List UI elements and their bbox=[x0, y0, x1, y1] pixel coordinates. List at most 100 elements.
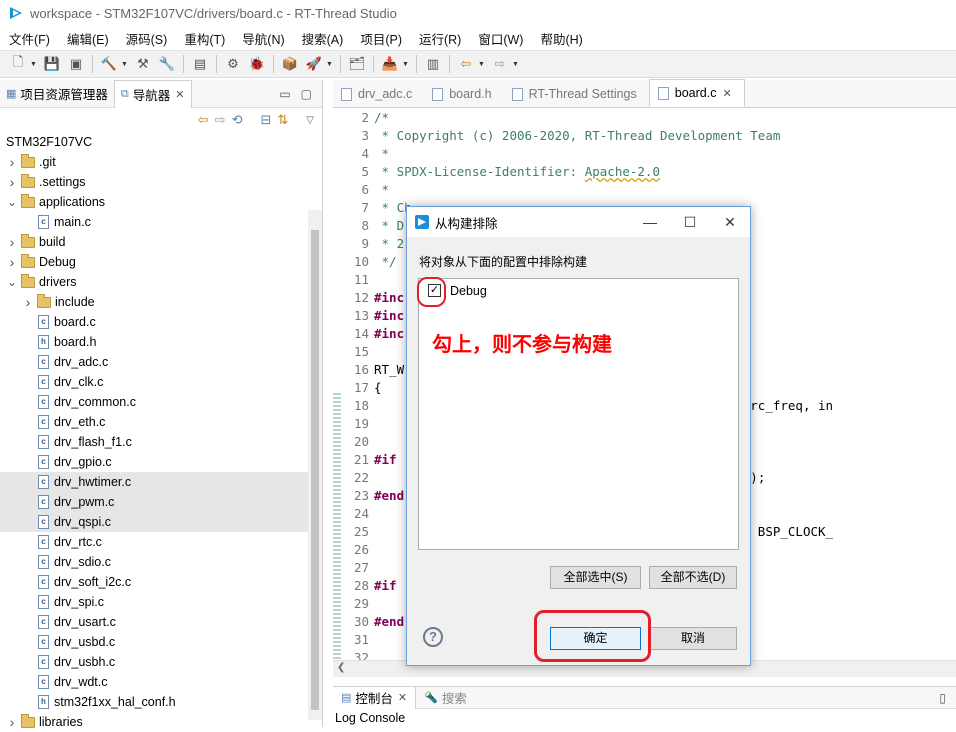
chevron-down-icon[interactable]: ⌄ bbox=[6, 195, 18, 209]
editor-tab[interactable]: RT-Thread Settings bbox=[504, 81, 649, 107]
vertical-scrollbar[interactable] bbox=[308, 210, 322, 720]
maximize-icon[interactable]: ▢ bbox=[301, 87, 312, 101]
tree-folder[interactable]: › include bbox=[0, 292, 322, 312]
tab-search[interactable]: 🔦 搜索 bbox=[416, 687, 475, 709]
chevron-right-icon[interactable]: › bbox=[6, 174, 18, 190]
editor-tab[interactable]: board.c ✕ bbox=[648, 79, 745, 107]
console-options-icon[interactable]: ▯ bbox=[939, 691, 946, 705]
tab-navigator[interactable]: ⧉ 导航器 ✕ bbox=[113, 80, 192, 108]
minimize-icon[interactable]: — bbox=[630, 214, 670, 231]
tree-file[interactable]: c drv_soft_i2c.c bbox=[0, 572, 322, 592]
menu-item[interactable]: 帮助(H) bbox=[531, 29, 590, 48]
tree-file[interactable]: h board.h bbox=[0, 332, 322, 352]
chevron-right-icon[interactable]: › bbox=[6, 234, 18, 250]
tree-file[interactable]: c drv_flash_f1.c bbox=[0, 432, 322, 452]
tree-file[interactable]: c drv_qspi.c bbox=[0, 512, 322, 532]
menu-item[interactable]: 源码(S) bbox=[117, 29, 176, 48]
menu-item[interactable]: 项目(P) bbox=[351, 29, 410, 48]
save-icon[interactable]: 💾 bbox=[43, 55, 61, 73]
maximize-icon[interactable]: ☐ bbox=[670, 214, 710, 231]
menu-item[interactable]: 搜索(A) bbox=[293, 29, 352, 48]
terminal-icon[interactable]: ▤ bbox=[191, 55, 209, 73]
back-dropdown-icon[interactable]: ▼ bbox=[478, 55, 485, 73]
forward-arrow-icon[interactable]: ⇨ bbox=[491, 55, 509, 73]
sdk-manager-icon[interactable]: 📦 bbox=[281, 55, 299, 73]
build-hammer-icon[interactable]: 🔨 bbox=[100, 55, 118, 73]
close-icon[interactable]: ✕ bbox=[722, 87, 731, 100]
back-arrow-icon[interactable]: ⇦ bbox=[457, 55, 475, 73]
link-icon[interactable]: ⟲ bbox=[232, 112, 243, 128]
menu-item[interactable]: 文件(F) bbox=[0, 29, 58, 48]
tree-file[interactable]: c drv_common.c bbox=[0, 392, 322, 412]
tree-folder[interactable]: › .git bbox=[0, 152, 322, 172]
forward-arrow-icon[interactable]: ⇨ bbox=[215, 112, 226, 128]
tree-file[interactable]: c drv_rtc.c bbox=[0, 532, 322, 552]
menu-item[interactable]: 重构(T) bbox=[175, 29, 233, 48]
download-rocket-icon[interactable]: 🚀 bbox=[305, 55, 323, 73]
menu-item[interactable]: 运行(R) bbox=[410, 29, 469, 48]
save-all-icon[interactable]: ▣ bbox=[67, 55, 85, 73]
tree-file[interactable]: c drv_eth.c bbox=[0, 412, 322, 432]
tree-file[interactable]: c drv_pwm.c bbox=[0, 492, 322, 512]
tab-console[interactable]: ▤ 控制台 ✕ bbox=[333, 686, 417, 709]
rebuild-icon[interactable]: ⚒ bbox=[134, 55, 152, 73]
deselect-all-button[interactable]: 全部不选(D) bbox=[649, 566, 737, 589]
tree-file[interactable]: c drv_gpio.c bbox=[0, 452, 322, 472]
minimize-icon[interactable]: ▭ bbox=[279, 87, 290, 101]
scroll-left-icon[interactable]: ❮ bbox=[337, 662, 345, 673]
menu-item[interactable]: 窗口(W) bbox=[469, 29, 531, 48]
chevron-right-icon[interactable]: › bbox=[22, 294, 34, 310]
tree-file[interactable]: c drv_hwtimer.c bbox=[0, 472, 322, 492]
new-icon[interactable]: 🗋 bbox=[9, 54, 27, 73]
project-root[interactable]: STM32F107VC bbox=[0, 132, 322, 152]
flash-download-icon[interactable]: 📥 bbox=[381, 55, 399, 73]
help-icon[interactable]: ? bbox=[423, 627, 443, 647]
editor-tab[interactable]: board.h bbox=[424, 81, 503, 107]
tree-file[interactable]: c main.c bbox=[0, 212, 322, 232]
tree-file[interactable]: h stm32f1xx_hal_conf.h bbox=[0, 692, 322, 712]
build-dropdown-icon[interactable]: ▼ bbox=[121, 55, 128, 73]
editor-tab[interactable]: drv_adc.c bbox=[333, 81, 424, 107]
forward-dropdown-icon[interactable]: ▼ bbox=[512, 55, 519, 73]
menu-item[interactable]: 导航(N) bbox=[233, 29, 292, 48]
menu-item[interactable]: 编辑(E) bbox=[58, 29, 117, 48]
close-icon[interactable]: ✕ bbox=[398, 691, 407, 704]
close-icon[interactable]: ✕ bbox=[710, 214, 750, 231]
debug-bug-icon[interactable]: 🐞 bbox=[248, 55, 266, 73]
tab-project-explorer[interactable]: ▦ 项目资源管理器 bbox=[0, 80, 114, 107]
back-arrow-icon[interactable]: ⇦ bbox=[198, 112, 209, 128]
chevron-right-icon[interactable]: › bbox=[6, 714, 18, 730]
collapse-all-icon[interactable]: ⊟ bbox=[260, 112, 271, 128]
tree-file[interactable]: c drv_sdio.c bbox=[0, 552, 322, 572]
view-menu-icon[interactable]: ▽ bbox=[306, 115, 314, 126]
tree-file[interactable]: c drv_adc.c bbox=[0, 352, 322, 372]
close-icon[interactable]: ✕ bbox=[175, 88, 184, 101]
tree-file[interactable]: c drv_usart.c bbox=[0, 612, 322, 632]
tree-folder[interactable]: › libraries bbox=[0, 712, 322, 732]
tree-file[interactable]: c board.c bbox=[0, 312, 322, 332]
panel-toggle-icon[interactable]: ▥ bbox=[424, 55, 442, 73]
scrollbar-thumb[interactable] bbox=[311, 230, 319, 710]
gear-icon[interactable]: ⚙ bbox=[224, 55, 242, 73]
link-editor-icon[interactable]: ⇅ bbox=[277, 112, 288, 128]
package-icon[interactable]: 🗂 bbox=[348, 55, 366, 73]
tree-file[interactable]: c drv_usbh.c bbox=[0, 652, 322, 672]
tree-folder[interactable]: ⌄ applications bbox=[0, 192, 322, 212]
cancel-button[interactable]: 取消 bbox=[649, 627, 737, 650]
tree-folder[interactable]: ⌄ drivers bbox=[0, 272, 322, 292]
settings-wrench-icon[interactable]: 🔧 bbox=[158, 55, 176, 73]
flash-dropdown-icon[interactable]: ▼ bbox=[402, 55, 409, 73]
chevron-right-icon[interactable]: › bbox=[6, 254, 18, 270]
new-dropdown-icon[interactable]: ▼ bbox=[30, 55, 37, 73]
tree-folder[interactable]: › .settings bbox=[0, 172, 322, 192]
tree-file[interactable]: c drv_usbd.c bbox=[0, 632, 322, 652]
tree-file[interactable]: c drv_wdt.c bbox=[0, 672, 322, 692]
chevron-right-icon[interactable]: › bbox=[6, 154, 18, 170]
debug-config-label[interactable]: Debug bbox=[450, 284, 487, 298]
chevron-down-icon[interactable]: ⌄ bbox=[6, 275, 18, 289]
tree-folder[interactable]: › Debug bbox=[0, 252, 322, 272]
select-all-button[interactable]: 全部选中(S) bbox=[550, 566, 641, 589]
download-dropdown-icon[interactable]: ▼ bbox=[326, 55, 333, 73]
tree-folder[interactable]: › build bbox=[0, 232, 322, 252]
tree-file[interactable]: c drv_clk.c bbox=[0, 372, 322, 392]
